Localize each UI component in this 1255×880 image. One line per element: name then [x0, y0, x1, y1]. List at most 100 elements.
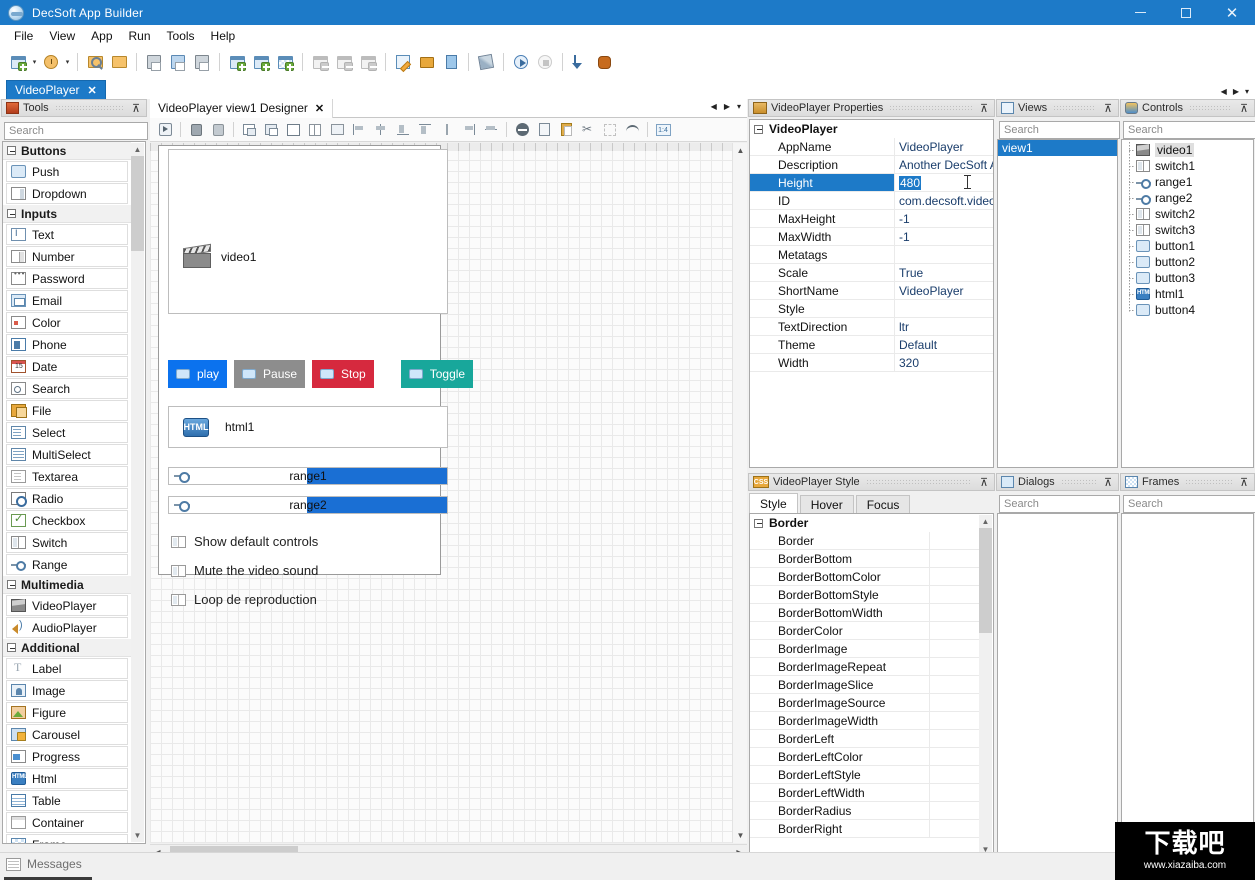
- property-row-id[interactable]: ID com.decsoft.videoplay: [750, 192, 993, 210]
- bring-to-front-icon[interactable]: [239, 120, 259, 140]
- frames-list[interactable]: [1121, 513, 1254, 858]
- close-icon[interactable]: ✕: [88, 84, 97, 97]
- style-value[interactable]: [930, 784, 979, 801]
- tool-item-container[interactable]: Container: [6, 812, 128, 833]
- style-value[interactable]: [930, 766, 979, 783]
- style-row-borderleftstyle[interactable]: BorderLeftStyle: [750, 766, 979, 784]
- property-value[interactable]: VideoPlayer: [895, 138, 993, 155]
- scroll-up-icon[interactable]: ▲: [979, 515, 992, 528]
- add-frame-icon[interactable]: [274, 51, 296, 73]
- property-value[interactable]: com.decsoft.videoplay: [895, 192, 993, 209]
- properties-grid[interactable]: VideoPlayer AppName VideoPlayer Descript…: [749, 119, 994, 468]
- remove-frame-icon[interactable]: [357, 51, 379, 73]
- property-value[interactable]: 320: [895, 354, 993, 371]
- tools-group-multimedia[interactable]: Multimedia: [3, 576, 131, 594]
- style-row-borderimagesource[interactable]: BorderImageSource: [750, 694, 979, 712]
- open-app-icon[interactable]: [84, 51, 106, 73]
- tab-hover[interactable]: Hover: [799, 495, 854, 513]
- style-row-borderleftwidth[interactable]: BorderLeftWidth: [750, 784, 979, 802]
- designer-vertical-scrollbar[interactable]: ▲ ▼: [732, 143, 747, 843]
- tab-prev-icon[interactable]: ◀: [1221, 87, 1227, 96]
- panel-drag-handle[interactable]: [54, 104, 124, 112]
- tools-scrollbar[interactable]: ▲ ▼: [131, 143, 144, 842]
- scroll-down-icon[interactable]: ▼: [733, 828, 748, 843]
- tool-item-number[interactable]: Number: [6, 246, 128, 267]
- panel-drag-handle[interactable]: [1060, 478, 1096, 486]
- recent-apps-icon[interactable]: [40, 51, 62, 73]
- run-icon[interactable]: [510, 51, 532, 73]
- designer-widget-switch1[interactable]: Show default controls: [171, 534, 318, 549]
- views-list-item-view1[interactable]: view1: [998, 140, 1117, 156]
- align-right-icon[interactable]: [459, 120, 479, 140]
- tool-item-label[interactable]: Label: [6, 658, 128, 679]
- fit-size-icon[interactable]: [283, 120, 303, 140]
- designer-widget-button3[interactable]: Stop: [312, 360, 374, 388]
- collapse-icon[interactable]: [754, 518, 763, 528]
- dialogs-search-input[interactable]: Search: [999, 495, 1120, 513]
- tool-item-switch[interactable]: Switch: [6, 532, 128, 553]
- panel-drag-handle[interactable]: [865, 478, 972, 486]
- property-row-scale[interactable]: Scale True: [750, 264, 993, 282]
- tool-item-checkbox[interactable]: Checkbox: [6, 510, 128, 531]
- tool-item-carousel[interactable]: Carousel: [6, 724, 128, 745]
- style-value[interactable]: [930, 802, 979, 819]
- designer-widget-switch3[interactable]: Loop de reproduction: [171, 592, 317, 607]
- tools-group-buttons[interactable]: Buttons: [3, 142, 131, 160]
- style-value[interactable]: [930, 604, 979, 621]
- save-all-icon[interactable]: [191, 51, 213, 73]
- property-row-theme[interactable]: Theme Default: [750, 336, 993, 354]
- tool-item-videoplayer[interactable]: VideoPlayer: [6, 595, 128, 616]
- style-value[interactable]: [930, 694, 979, 711]
- stop-icon[interactable]: [534, 51, 556, 73]
- property-row-style[interactable]: Style: [750, 300, 993, 318]
- controls-tree-item-button2[interactable]: button2: [1122, 254, 1253, 270]
- style-value[interactable]: [930, 820, 979, 837]
- collapse-icon[interactable]: [7, 209, 16, 218]
- property-value[interactable]: -1: [895, 210, 993, 227]
- style-row-border[interactable]: Border: [750, 532, 979, 550]
- pin-icon[interactable]: ⊼: [1238, 476, 1250, 489]
- select-tool-icon[interactable]: [155, 120, 175, 140]
- property-value[interactable]: True: [895, 264, 993, 281]
- property-row-metatags[interactable]: Metatags: [750, 246, 993, 264]
- tool-item-push[interactable]: Push: [6, 161, 128, 182]
- align-top-icon[interactable]: [415, 120, 435, 140]
- remove-view-icon[interactable]: [309, 51, 331, 73]
- style-value[interactable]: [930, 568, 979, 585]
- style-value[interactable]: [930, 676, 979, 693]
- add-dialog-icon[interactable]: [250, 51, 272, 73]
- scroll-up-icon[interactable]: ▲: [131, 143, 144, 156]
- tool-item-image[interactable]: Image: [6, 680, 128, 701]
- tool-item-textarea[interactable]: Textarea: [6, 466, 128, 487]
- collapse-icon[interactable]: [7, 146, 16, 155]
- style-row-borderimagewidth[interactable]: BorderImageWidth: [750, 712, 979, 730]
- style-row-borderimageslice[interactable]: BorderImageSlice: [750, 676, 979, 694]
- designer-widget-video1[interactable]: video1: [168, 149, 448, 314]
- tool-item-multiselect[interactable]: MultiSelect: [6, 444, 128, 465]
- document-tab-videoplayer[interactable]: VideoPlayer ✕: [6, 80, 106, 99]
- docs-icon[interactable]: [440, 51, 462, 73]
- property-row-description[interactable]: Description Another DecSoft App I: [750, 156, 993, 174]
- tool-item-range[interactable]: Range: [6, 554, 128, 575]
- panel-drag-handle[interactable]: [1188, 104, 1232, 112]
- close-button[interactable]: ✕: [1209, 0, 1255, 25]
- menu-item-tools[interactable]: Tools: [159, 27, 203, 45]
- tools-list[interactable]: Buttons Push Dropdown Inputs I Text Numb…: [2, 141, 146, 844]
- tab-list-icon[interactable]: ▾: [1245, 87, 1249, 96]
- designer-tab-list-icon[interactable]: ▾: [737, 102, 741, 111]
- style-row-borderbottomstyle[interactable]: BorderBottomStyle: [750, 586, 979, 604]
- menu-item-file[interactable]: File: [6, 27, 41, 45]
- pin-icon[interactable]: ⊼: [130, 102, 142, 115]
- scroll-thumb[interactable]: [131, 156, 144, 251]
- pin-icon[interactable]: ⊼: [1102, 102, 1114, 115]
- save-as-icon[interactable]: [167, 51, 189, 73]
- align-grid-icon[interactable]: [305, 120, 325, 140]
- property-value[interactable]: -1: [895, 228, 993, 245]
- debug-icon[interactable]: [593, 51, 615, 73]
- style-row-borderright[interactable]: BorderRight: [750, 820, 979, 838]
- property-row-textdirection[interactable]: TextDirection ltr: [750, 318, 993, 336]
- undo-icon[interactable]: [622, 120, 642, 140]
- controls-tree[interactable]: video1 switch1 range1 range2 switch2 swi…: [1121, 139, 1254, 468]
- send-to-back-icon[interactable]: [261, 120, 281, 140]
- controls-tree-item-switch2[interactable]: switch2: [1122, 206, 1253, 222]
